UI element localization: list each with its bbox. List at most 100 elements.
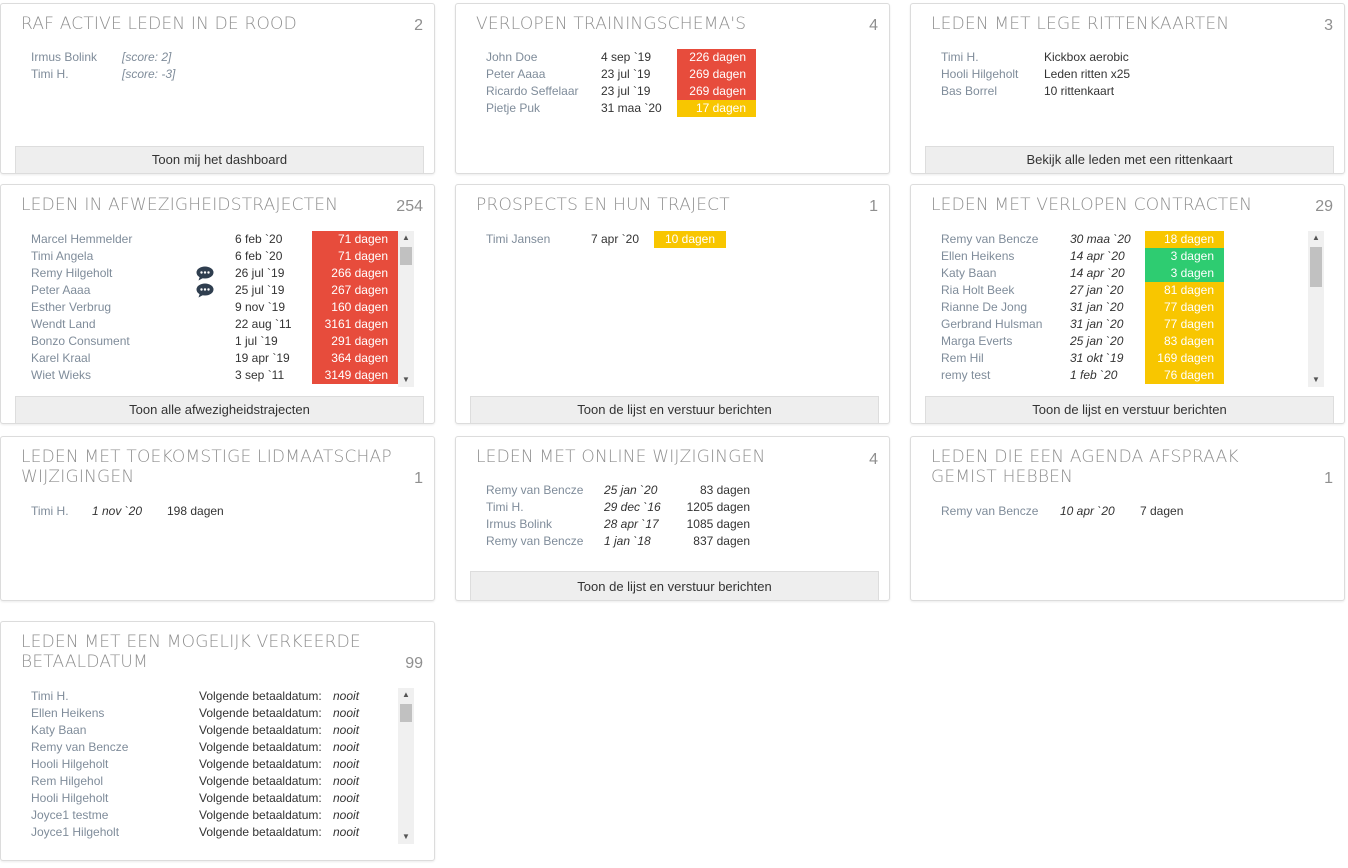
- chat-bubble-icon[interactable]: [196, 266, 214, 281]
- scrollbar[interactable]: ▲ ▼: [1308, 231, 1324, 387]
- member-name[interactable]: Ellen Heikens: [941, 248, 1014, 265]
- member-name[interactable]: Rem Hil: [941, 350, 984, 367]
- member-name[interactable]: Ellen Heikens: [31, 705, 104, 722]
- member-name[interactable]: Katy Baan: [31, 722, 86, 739]
- member-name[interactable]: Marga Everts: [941, 333, 1012, 350]
- list-item[interactable]: Irmus Bolink 28 apr `17 1085 dagen: [486, 516, 869, 533]
- member-name[interactable]: Irmus Bolink: [31, 49, 97, 66]
- member-name[interactable]: Esther Verbrug: [31, 299, 111, 316]
- member-name[interactable]: Timi Jansen: [486, 231, 550, 248]
- member-name[interactable]: Timi H.: [31, 688, 69, 705]
- list-item[interactable]: John Doe 4 sep `19 226 dagen: [486, 49, 869, 66]
- list-item[interactable]: Ellen Heikens 14 apr `20 3 dagen: [941, 248, 1308, 265]
- member-name[interactable]: Remy van Bencze: [941, 503, 1038, 520]
- list-item[interactable]: Rem Hil 31 okt `19 169 dagen: [941, 350, 1308, 367]
- scroll-thumb[interactable]: [400, 704, 412, 722]
- member-name[interactable]: Peter Aaaa: [486, 66, 545, 83]
- member-name[interactable]: Timi H.: [486, 499, 524, 516]
- list-item[interactable]: Hooli Hilgeholt Volgende betaaldatum: no…: [31, 756, 398, 773]
- member-name[interactable]: Katy Baan: [941, 265, 996, 282]
- list-item[interactable]: Timi H. 29 dec `16 1205 dagen: [486, 499, 869, 516]
- list-item[interactable]: Remy Hilgeholt 26 jul `19 266 dagen: [31, 265, 398, 282]
- list-item[interactable]: Rem Hilgehol Volgende betaaldatum: nooit: [31, 773, 398, 790]
- member-name[interactable]: Gerbrand Hulsman: [941, 316, 1042, 333]
- member-name[interactable]: Timi H.: [941, 49, 979, 66]
- list-item[interactable]: remy test 1 feb `20 76 dagen: [941, 367, 1308, 384]
- member-name[interactable]: Irmus Bolink: [486, 516, 552, 533]
- list-item[interactable]: Karel Kraal 19 apr `19 364 dagen: [31, 350, 398, 367]
- list-item[interactable]: Remy van Bencze 30 maa `20 18 dagen: [941, 231, 1308, 248]
- member-name[interactable]: Hooli Hilgeholt: [941, 66, 1018, 83]
- list-item[interactable]: Remy van Bencze 1 jan `18 837 dagen: [486, 533, 869, 550]
- list-item[interactable]: Peter Aaaa 25 jul `19 267 dagen: [31, 282, 398, 299]
- member-name[interactable]: Hooli Hilgeholt: [31, 756, 108, 773]
- list-item[interactable]: Wiet Wieks 3 sep `11 3149 dagen: [31, 367, 398, 384]
- scroll-up-arrow-icon[interactable]: ▲: [398, 231, 414, 245]
- list-item[interactable]: Peter Aaaa 23 jul `19 269 dagen: [486, 66, 869, 83]
- prospects-button[interactable]: Toon de lijst en verstuur berichten: [470, 396, 879, 423]
- member-name[interactable]: Peter Aaaa: [31, 282, 90, 299]
- member-name[interactable]: Bas Borrel: [941, 83, 997, 100]
- list-item[interactable]: Timi H. Kickbox aerobic: [941, 49, 1324, 66]
- member-name[interactable]: Joyce1 Hilgeholt: [31, 824, 119, 841]
- list-item[interactable]: Katy Baan 14 apr `20 3 dagen: [941, 265, 1308, 282]
- list-item[interactable]: Katy Baan Volgende betaaldatum: nooit: [31, 722, 398, 739]
- scroll-down-arrow-icon[interactable]: ▼: [1308, 373, 1324, 387]
- member-name[interactable]: Rianne De Jong: [941, 299, 1027, 316]
- scroll-down-arrow-icon[interactable]: ▼: [398, 830, 414, 844]
- member-name[interactable]: Timi H.: [31, 503, 69, 520]
- list-item[interactable]: Timi Angela 6 feb `20 71 dagen: [31, 248, 398, 265]
- afwezig-button[interactable]: Toon alle afwezigheidstrajecten: [15, 396, 424, 423]
- scroll-thumb[interactable]: [1310, 247, 1322, 287]
- list-item[interactable]: Timi H. [score: -3]: [31, 66, 414, 83]
- list-item[interactable]: Remy van Bencze 10 apr `20 7 dagen: [941, 503, 1324, 520]
- list-item[interactable]: Hooli Hilgeholt Volgende betaaldatum: no…: [31, 790, 398, 807]
- list-item[interactable]: Gerbrand Hulsman 31 jan `20 77 dagen: [941, 316, 1308, 333]
- scroll-thumb[interactable]: [400, 247, 412, 265]
- member-name[interactable]: Remy van Bencze: [486, 482, 583, 499]
- member-name[interactable]: Karel Kraal: [31, 350, 90, 367]
- list-item[interactable]: Ellen Heikens Volgende betaaldatum: nooi…: [31, 705, 398, 722]
- member-name[interactable]: Remy van Bencze: [486, 533, 583, 550]
- betaal-list[interactable]: Timi H. Volgende betaaldatum: nooit Elle…: [31, 688, 398, 846]
- member-name[interactable]: Remy Hilgeholt: [31, 265, 112, 282]
- member-name[interactable]: Bonzo Consument: [31, 333, 130, 350]
- member-name[interactable]: Remy van Bencze: [941, 231, 1038, 248]
- member-name[interactable]: John Doe: [486, 49, 537, 66]
- list-item[interactable]: Joyce1 Hilgeholt Volgende betaaldatum: n…: [31, 824, 398, 841]
- list-item[interactable]: Remy van Bencze Volgende betaaldatum: no…: [31, 739, 398, 756]
- list-item[interactable]: Ricardo Seffelaar 23 jul `19 269 dagen: [486, 83, 869, 100]
- list-item[interactable]: Marcel Hemmelder 6 feb `20 71 dagen: [31, 231, 398, 248]
- online-button[interactable]: Toon de lijst en verstuur berichten: [470, 571, 879, 600]
- list-item[interactable]: Marga Everts 25 jan `20 83 dagen: [941, 333, 1308, 350]
- list-item[interactable]: Remy van Bencze 25 jan `20 83 dagen: [486, 482, 869, 499]
- member-name[interactable]: Rem Hilgehol: [31, 773, 103, 790]
- list-item[interactable]: Timi H. Volgende betaaldatum: nooit: [31, 688, 398, 705]
- scrollbar[interactable]: ▲ ▼: [398, 231, 414, 387]
- scroll-up-arrow-icon[interactable]: ▲: [398, 688, 414, 702]
- member-name[interactable]: Hooli Hilgeholt: [31, 790, 108, 807]
- list-item[interactable]: Esther Verbrug 9 nov `19 160 dagen: [31, 299, 398, 316]
- dashboard-button[interactable]: Toon mij het dashboard: [15, 146, 424, 173]
- member-name[interactable]: Joyce1 testme: [31, 807, 108, 824]
- list-item[interactable]: Bas Borrel 10 rittenkaart: [941, 83, 1324, 100]
- scroll-up-arrow-icon[interactable]: ▲: [1308, 231, 1324, 245]
- member-name[interactable]: Wiet Wieks: [31, 367, 91, 384]
- list-item[interactable]: Wendt Land 22 aug `11 3161 dagen: [31, 316, 398, 333]
- member-name[interactable]: Marcel Hemmelder: [31, 231, 132, 248]
- scroll-down-arrow-icon[interactable]: ▼: [398, 373, 414, 387]
- list-item[interactable]: Pietje Puk 31 maa `20 17 dagen: [486, 100, 869, 117]
- list-item[interactable]: Timi Jansen 7 apr `20 10 dagen: [486, 231, 869, 248]
- member-name[interactable]: Timi Angela: [31, 248, 93, 265]
- list-item[interactable]: Joyce1 testme Volgende betaaldatum: nooi…: [31, 807, 398, 824]
- member-name[interactable]: Remy van Bencze: [31, 739, 128, 756]
- member-name[interactable]: remy test: [941, 367, 990, 384]
- list-item[interactable]: Rianne De Jong 31 jan `20 77 dagen: [941, 299, 1308, 316]
- chat-bubble-icon[interactable]: [196, 283, 214, 298]
- list-item[interactable]: Hooli Hilgeholt Leden ritten x25: [941, 66, 1324, 83]
- member-name[interactable]: Pietje Puk: [486, 100, 540, 117]
- member-name[interactable]: Ricardo Seffelaar: [486, 83, 579, 100]
- list-item[interactable]: Bonzo Consument 1 jul `19 291 dagen: [31, 333, 398, 350]
- afwezig-list[interactable]: Marcel Hemmelder 6 feb `20 71 dagen Timi…: [31, 231, 398, 395]
- list-item[interactable]: Irmus Bolink [score: 2]: [31, 49, 414, 66]
